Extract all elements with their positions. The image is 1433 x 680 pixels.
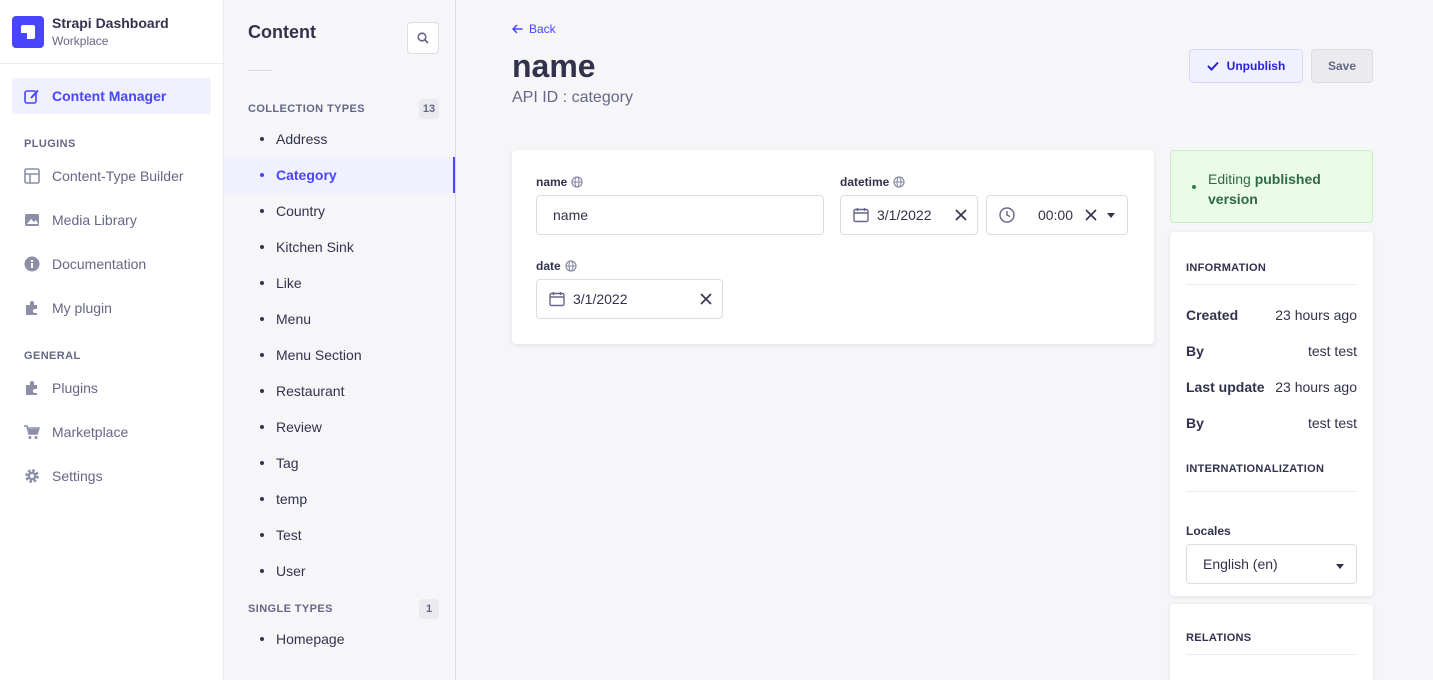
info-icon: [24, 256, 40, 272]
unpublish-label: Unpublish: [1226, 59, 1286, 73]
main-navigation: Strapi Dashboard Workplace Content Manag…: [0, 0, 224, 680]
info-row-created-by: By test test: [1186, 343, 1357, 359]
published-version-banner: Editing published version: [1170, 150, 1373, 223]
subnav-title: Content: [248, 22, 316, 42]
name-input[interactable]: name: [536, 195, 824, 235]
nav-item-my-plugin[interactable]: My plugin: [12, 290, 211, 326]
nav-section-plugins: PLUGINS: [24, 138, 76, 150]
search-icon: [417, 32, 429, 44]
unpublish-button[interactable]: Unpublish: [1189, 49, 1303, 83]
collection-type-user[interactable]: User: [224, 553, 455, 589]
collection-type-category[interactable]: Category: [224, 157, 455, 193]
nav-item-documentation[interactable]: Documentation: [12, 246, 211, 282]
api-id: API ID : category: [512, 89, 633, 106]
info-row-last-update: Last update 23 hours ago: [1186, 379, 1357, 395]
locales-select[interactable]: English (en): [1186, 544, 1357, 584]
nav-item-marketplace[interactable]: Marketplace: [12, 414, 211, 450]
name-field-label: name: [536, 175, 584, 189]
nav-item-settings[interactable]: Settings: [12, 458, 211, 494]
content-subnav: Content COLLECTION TYPES 13 Address Cate…: [224, 0, 456, 680]
image-icon: [24, 212, 40, 228]
relations-title: RELATIONS: [1186, 604, 1357, 655]
date-input[interactable]: 3/1/2022: [536, 279, 723, 319]
collection-type-menu-section[interactable]: Menu Section: [224, 337, 455, 373]
brand-subtitle: Workplace: [52, 34, 109, 48]
single-types-header[interactable]: SINGLE TYPES 1: [224, 589, 455, 619]
nav-item-label: Plugins: [52, 380, 98, 396]
back-link[interactable]: Back: [512, 22, 556, 36]
clock-icon: [999, 207, 1015, 223]
edit-form-card: name name datetime 3/1/2022 00:00 date 3…: [512, 150, 1154, 344]
nav-item-content-manager[interactable]: Content Manager: [12, 78, 211, 114]
calendar-icon: [853, 207, 869, 223]
single-types-list: Homepage: [224, 621, 455, 657]
info-row-updated-by: By test test: [1186, 415, 1357, 431]
gear-icon: [24, 468, 40, 484]
datetime-date-input[interactable]: 3/1/2022: [840, 195, 978, 235]
collection-type-temp[interactable]: temp: [224, 481, 455, 517]
save-button[interactable]: Save: [1311, 49, 1373, 83]
clear-icon[interactable]: [1085, 209, 1097, 221]
nav-item-label: Content Manager: [52, 88, 167, 104]
single-types-count: 1: [419, 599, 439, 619]
collection-type-menu[interactable]: Menu: [224, 301, 455, 337]
puzzle-icon: [24, 380, 40, 396]
pencil-icon: [24, 88, 40, 104]
clear-icon[interactable]: [955, 209, 967, 221]
datetime-field-label: datetime: [840, 175, 906, 189]
collection-type-address[interactable]: Address: [224, 121, 455, 157]
strapi-logo-icon: [12, 15, 44, 48]
collection-type-kitchen-sink[interactable]: Kitchen Sink: [224, 229, 455, 265]
date-field-label: date: [536, 259, 577, 273]
nav-item-label: My plugin: [52, 300, 112, 316]
check-icon: [1206, 61, 1219, 71]
layout-icon: [24, 168, 40, 184]
nav-item-label: Documentation: [52, 256, 147, 272]
caret-down-icon: [1107, 212, 1115, 218]
locales-label: Locales: [1186, 524, 1231, 538]
calendar-icon: [549, 291, 565, 307]
nav-item-label: Content-Type Builder: [52, 168, 184, 184]
page-title: name: [512, 48, 596, 84]
brand[interactable]: Strapi Dashboard Workplace: [0, 0, 223, 64]
caret-down-icon: [1336, 556, 1344, 572]
locales-value: English (en): [1203, 556, 1278, 572]
nav-item-label: Marketplace: [52, 424, 129, 440]
info-row-created: Created 23 hours ago: [1186, 307, 1357, 323]
information-title: INFORMATION: [1186, 232, 1357, 285]
internationalization-title: INTERNATIONALIZATION: [1186, 441, 1357, 492]
collection-types-title: COLLECTION TYPES: [248, 103, 366, 115]
collection-type-like[interactable]: Like: [224, 265, 455, 301]
nav-item-plugins[interactable]: Plugins: [12, 370, 211, 406]
collection-type-restaurant[interactable]: Restaurant: [224, 373, 455, 409]
relations-panel: RELATIONS: [1170, 604, 1373, 680]
shopping-cart-icon: [24, 424, 40, 440]
back-label: Back: [529, 22, 556, 36]
single-types-title: SINGLE TYPES: [248, 603, 333, 615]
edit-view: Back name API ID : category Unpublish Sa…: [456, 0, 1433, 680]
collection-types-header[interactable]: COLLECTION TYPES 13: [224, 71, 455, 119]
globe-icon: [571, 176, 584, 188]
globe-icon: [565, 260, 577, 272]
search-button[interactable]: [407, 22, 439, 54]
datetime-time-select[interactable]: 00:00: [986, 195, 1128, 235]
clear-icon[interactable]: [700, 293, 712, 305]
arrow-left-icon: [512, 24, 523, 34]
single-type-homepage[interactable]: Homepage: [224, 621, 455, 657]
collection-type-test[interactable]: Test: [224, 517, 455, 553]
nav-item-content-type-builder[interactable]: Content-Type Builder: [12, 158, 211, 194]
collection-type-tag[interactable]: Tag: [224, 445, 455, 481]
collection-types-list: Address Category Country Kitchen Sink Li…: [224, 121, 455, 589]
globe-icon: [893, 176, 906, 188]
brand-title: Strapi Dashboard: [52, 15, 169, 31]
nav-section-general: GENERAL: [24, 350, 81, 362]
nav-item-label: Settings: [52, 468, 103, 484]
nav-item-media-library[interactable]: Media Library: [12, 202, 211, 238]
nav-item-label: Media Library: [52, 212, 137, 228]
collection-type-country[interactable]: Country: [224, 193, 455, 229]
collection-types-count: 13: [419, 99, 439, 119]
information-panel: INFORMATION Created 23 hours ago By test t…: [1170, 232, 1373, 596]
collection-type-review[interactable]: Review: [224, 409, 455, 445]
puzzle-icon: [24, 300, 40, 316]
